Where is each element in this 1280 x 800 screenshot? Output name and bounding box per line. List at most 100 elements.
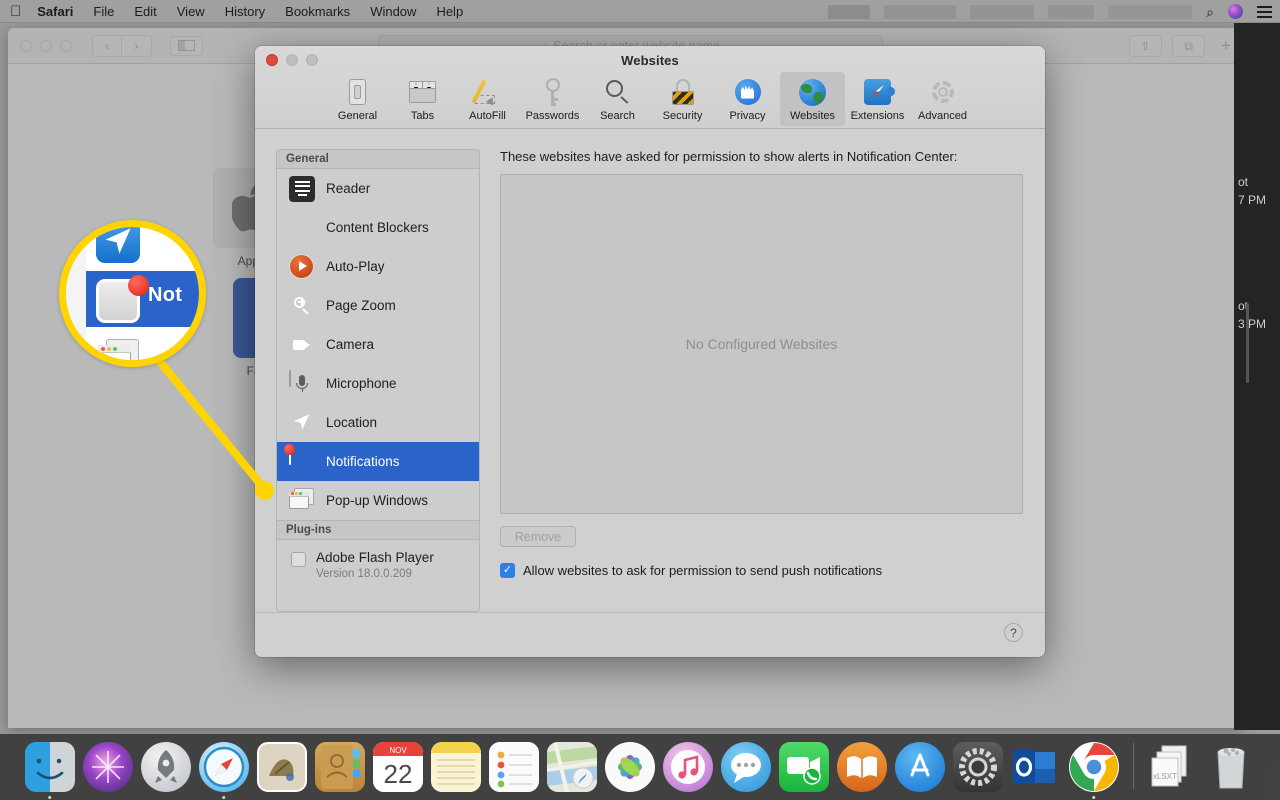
sidebar-item-location[interactable]: Location [277,403,479,442]
dock-item-messages[interactable] [720,742,771,792]
dock-item-itunes[interactable] [662,742,713,792]
sidebar-item-content-blockers[interactable]: Content Blockers [277,208,479,247]
autofill-icon [455,75,520,109]
preferences-titlebar: Websites General × + Tabs AutoFill Passwo… [255,46,1045,129]
notification-scrollbar[interactable] [1246,303,1249,383]
websites-category-sidebar[interactable]: General Reader Content Blockers Auto-Pla… [276,149,480,612]
nav-buttons[interactable]: ‹ › [92,34,152,57]
tab-extensions[interactable]: Extensions [845,72,910,126]
dock-item-launchpad[interactable] [140,742,191,792]
status-item-blob[interactable] [884,4,957,19]
photos-icon [604,742,655,792]
dock-item-reminders[interactable] [488,742,539,792]
sidebar-item-camera[interactable]: Camera [277,325,479,364]
dock-item-siri[interactable] [82,742,133,792]
menu-history[interactable]: History [225,4,265,19]
remove-button[interactable]: Remove [500,526,576,547]
show-tabs-button[interactable]: ⧉ [1172,35,1205,57]
magnified-label: Not [148,284,183,306]
tab-autofill[interactable]: AutoFill [455,72,520,126]
tab-tabs[interactable]: × + Tabs [390,72,455,126]
configured-websites-list[interactable]: No Configured Websites [500,174,1023,514]
close-button[interactable] [20,39,32,52]
menu-help[interactable]: Help [436,4,463,19]
menu-edit[interactable]: Edit [134,4,156,19]
zoom-button[interactable] [306,54,318,66]
dock-item-notes[interactable] [430,742,481,792]
sidebar-item-label: Notifications [326,454,400,469]
dock-item-trash[interactable] [1206,742,1256,792]
dock-item-safari[interactable] [198,742,249,799]
sidebar-item-auto-play[interactable]: Auto-Play [277,247,479,286]
menu-file[interactable]: File [93,4,114,19]
dock-item-outlook[interactable] [1011,742,1061,792]
allow-push-notifications-row[interactable]: ✓ Allow websites to ask for permission t… [500,563,1023,578]
plugin-name: Adobe Flash Player [316,550,434,565]
reminders-icon [488,742,539,792]
sidebar-item-notifications[interactable]: Notifications [277,442,479,481]
dock-item-finder[interactable] [24,742,75,799]
itunes-icon [662,742,713,792]
menu-safari[interactable]: Safari [37,4,73,19]
dock-item-facetime[interactable] [778,742,829,792]
forward-button[interactable]: › [122,36,151,56]
menu-window[interactable]: Window [370,4,416,19]
tab-websites[interactable]: Websites [780,72,845,126]
menu-view[interactable]: View [177,4,205,19]
zoom-button[interactable] [60,39,72,52]
tab-security[interactable]: Security [650,72,715,126]
chrome-icon [1068,742,1119,792]
app-store-icon [894,742,945,792]
dock-item-mail[interactable] [256,742,307,792]
dock-item-app-store[interactable] [894,742,945,792]
tab-search[interactable]: Search [585,72,650,126]
search-icon[interactable]: ⌕ [1206,5,1214,19]
tab-label: Tabs [410,110,435,122]
status-item-blob[interactable] [828,4,871,19]
sidebar-item-popup-windows[interactable]: Pop-up Windows [277,481,479,520]
dock-item-chrome[interactable] [1068,742,1119,799]
sidebar-item-label: Location [326,415,378,430]
dock-item-documents-stack[interactable]: xLSXT [1148,742,1198,792]
control-center-icon[interactable] [1257,5,1272,18]
pane-description: These websites have asked for permission… [500,149,958,164]
clock-blob[interactable] [1108,4,1193,19]
tab-general[interactable]: General [325,72,390,126]
sidebar-toggle-button[interactable] [170,35,203,56]
tab-advanced[interactable]: Advanced [910,72,975,126]
dock-item-ibooks[interactable] [836,742,887,792]
finder-icon [24,742,75,792]
minimize-button[interactable] [40,39,52,52]
dock-item-calendar[interactable]: NOV 22 [372,742,423,792]
notification-item[interactable]: ot 3 PM [1234,297,1280,333]
safari-traffic-lights[interactable] [20,39,72,52]
apple-menu-icon[interactable]:  [10,4,21,19]
sidebar-item-microphone[interactable]: Microphone [277,364,479,403]
help-button[interactable]: ? [1004,623,1023,642]
allow-push-checkbox[interactable]: ✓ [500,563,515,578]
menu-bookmarks[interactable]: Bookmarks [285,4,350,19]
tab-passwords[interactable]: Passwords [520,72,585,126]
siri-icon [82,742,133,792]
status-item-blob[interactable] [1048,4,1095,19]
tab-label: Search [600,110,635,122]
preferences-traffic-lights[interactable] [266,54,318,66]
plugin-checkbox[interactable] [291,552,306,567]
dock-item-maps[interactable] [546,742,597,792]
minimize-button[interactable] [286,54,298,66]
dock-item-system-preferences[interactable] [952,742,1003,792]
macos-menu-bar:  Safari File Edit View History Bookmark… [0,0,1280,23]
magnified-location-icon [96,227,140,263]
dock-item-contacts[interactable] [314,742,365,792]
sidebar-item-reader[interactable]: Reader [277,169,479,208]
notification-item[interactable]: ot 7 PM [1234,173,1280,209]
close-button[interactable] [266,54,278,66]
siri-icon[interactable] [1228,4,1243,19]
dock-item-photos[interactable] [604,742,655,792]
tab-privacy[interactable]: Privacy [715,72,780,126]
plugin-row-adobe-flash-player[interactable]: Adobe Flash Player Version 18.0.0.209 [277,540,479,580]
back-button[interactable]: ‹ [93,35,122,56]
status-item-blob[interactable] [970,4,1035,19]
sidebar-item-page-zoom[interactable]: Page Zoom [277,286,479,325]
share-button[interactable]: ⇧ [1129,35,1162,57]
